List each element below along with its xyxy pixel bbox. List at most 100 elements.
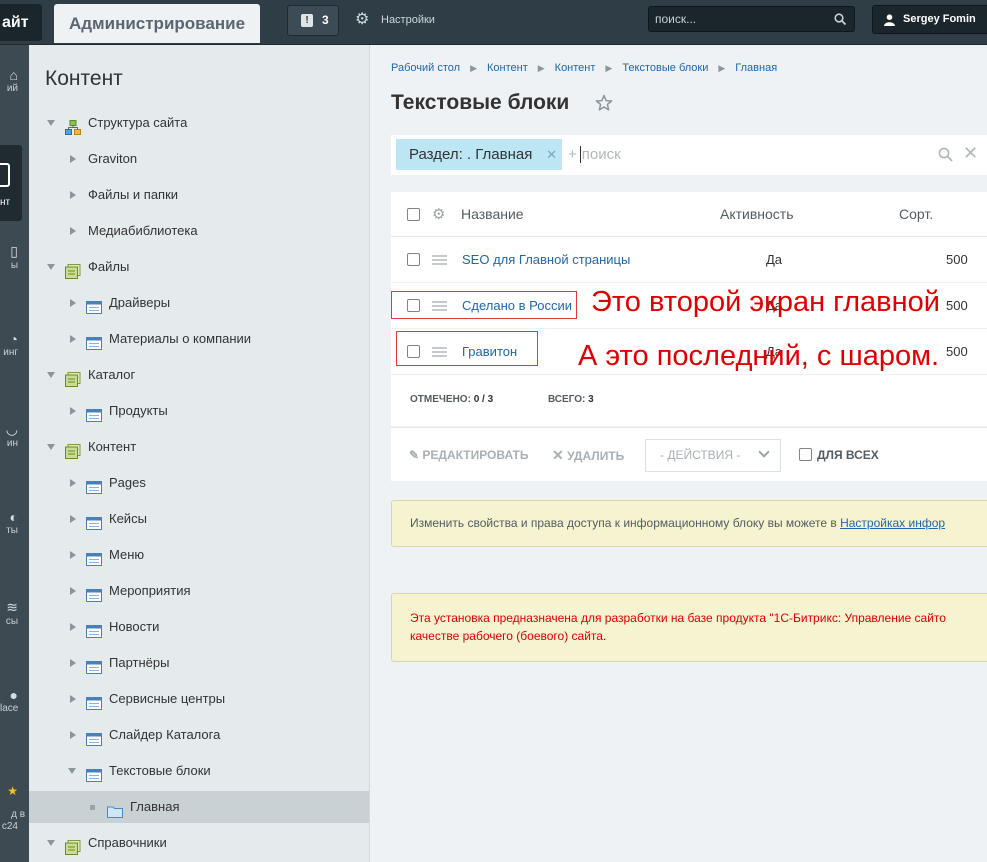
menu-pages[interactable]: ▯ ы [0, 243, 29, 271]
expand-arrow-icon[interactable] [67, 550, 77, 560]
search-input[interactable]: поиск... [648, 6, 855, 32]
settings-button[interactable]: ⚙ Настройки [355, 10, 435, 30]
tree-item[interactable]: Материалы о компании [29, 323, 369, 355]
info-notice-text: Изменить свойства и права доступа к инфо… [410, 516, 841, 530]
delete-button[interactable]: ✕ УДАЛИТЬ [552, 428, 624, 483]
drag-handle-icon[interactable] [432, 255, 447, 265]
selected-value: 0 / 3 [473, 394, 494, 405]
menu-marketplace[interactable]: ● lace [0, 687, 29, 714]
expand-arrow-icon[interactable] [67, 334, 77, 344]
iblock-type-icon [65, 835, 81, 855]
filter-search-input[interactable]: + поиск [568, 139, 621, 170]
tree-item[interactable]: Структура сайта [29, 107, 369, 139]
tree-item[interactable]: Главная [29, 791, 369, 823]
search-icon[interactable] [938, 147, 953, 162]
menu-services[interactable]: ◐ ты [0, 509, 29, 536]
tree-item[interactable]: Файлы и папки [29, 179, 369, 211]
tree-item-label: Файлы [88, 259, 130, 274]
for-all-checkbox[interactable] [799, 448, 812, 461]
tree-item[interactable]: Контент [29, 431, 369, 463]
edit-button[interactable]: ✎ РЕДАКТИРОВАТЬ [409, 428, 528, 482]
table-row[interactable]: SEO для Главной страницы Да 500 [391, 237, 987, 283]
expand-arrow-icon[interactable] [67, 226, 77, 236]
search-icon[interactable] [834, 13, 846, 25]
collapse-arrow-icon[interactable] [46, 370, 56, 380]
expand-arrow-icon[interactable] [67, 478, 77, 488]
tree-item[interactable]: Мероприятия [29, 575, 369, 607]
expand-arrow-icon[interactable] [67, 730, 77, 740]
for-all-toggle[interactable]: ДЛЯ ВСЕХ [799, 428, 879, 482]
tree-item[interactable]: Новости [29, 611, 369, 643]
actions-select[interactable]: - ДЕЙСТВИЯ - [645, 439, 781, 472]
column-activity[interactable]: Активность [720, 192, 794, 237]
row-name-link[interactable]: SEO для Главной страницы [462, 237, 630, 283]
column-sort[interactable]: Сорт. [899, 192, 933, 237]
favorite-star-icon[interactable] [595, 94, 613, 112]
notifications-button[interactable]: ! 3 [287, 5, 339, 36]
menu-settings[interactable]: ≋ сы [0, 599, 29, 627]
expand-arrow-icon[interactable] [67, 514, 77, 524]
menu-label: ы [10, 260, 18, 271]
menu-label: ты [6, 525, 18, 536]
menu-bitrix24[interactable]: ★ д в с24 [0, 761, 29, 845]
breadcrumb-item[interactable]: Контент [487, 62, 528, 74]
tree-item-label: Главная [130, 799, 180, 814]
select-all-checkbox[interactable] [407, 208, 420, 221]
expand-arrow-icon[interactable] [67, 622, 77, 632]
tree-item-label: Кейсы [109, 511, 147, 526]
tree-item[interactable]: Graviton [29, 143, 369, 175]
expand-arrow-icon[interactable] [67, 694, 77, 704]
column-name[interactable]: Название [461, 192, 524, 237]
collapse-arrow-icon[interactable] [46, 442, 56, 452]
collapse-arrow-icon[interactable] [46, 262, 56, 272]
tree-item[interactable]: Файлы [29, 251, 369, 283]
tree-item[interactable]: Текстовые блоки [29, 755, 369, 787]
expand-arrow-icon[interactable] [67, 658, 77, 668]
gear-icon[interactable]: ⚙ [432, 205, 445, 223]
tree-item-label: Контент [88, 439, 137, 454]
menu-desktop[interactable]: ⌂ ий [0, 67, 29, 94]
expand-arrow-icon[interactable] [67, 298, 77, 308]
chip-remove-icon[interactable]: ✕ [546, 139, 557, 170]
site-tab[interactable]: айт [0, 4, 42, 41]
user-menu-button[interactable]: Sergey Fomin [872, 5, 987, 34]
menu-content[interactable]: нт [0, 145, 22, 221]
tree-item[interactable]: Партнёры [29, 647, 369, 679]
breadcrumb-item[interactable]: Контент [555, 62, 596, 74]
expand-arrow-icon[interactable] [67, 406, 77, 416]
tree-item[interactable]: Кейсы [29, 503, 369, 535]
iblock-icon [86, 511, 102, 530]
tree-item[interactable]: Меню [29, 539, 369, 571]
tree-item[interactable]: Справочники [29, 827, 369, 859]
row-checkbox[interactable] [407, 253, 420, 266]
clear-filter-icon[interactable]: ✕ [963, 143, 978, 164]
admin-tab[interactable]: Администрирование [54, 4, 260, 43]
collapse-arrow-icon[interactable] [46, 118, 56, 128]
tree-item[interactable]: Драйверы [29, 287, 369, 319]
menu-shop[interactable]: ◡ ин [0, 421, 29, 449]
breadcrumb-item[interactable]: Главная [735, 62, 777, 74]
tree-item-label: Структура сайта [88, 115, 188, 130]
tree-item[interactable]: Продукты [29, 395, 369, 427]
expand-arrow-icon[interactable] [67, 154, 77, 164]
iblock-icon [86, 583, 102, 602]
filter-chip[interactable]: Раздел: . Главная ✕ [396, 139, 562, 170]
expand-arrow-icon[interactable] [67, 190, 77, 200]
tree-item-label: Каталог [88, 367, 136, 382]
collapse-arrow-icon[interactable] [46, 838, 56, 848]
filter-plus: + [568, 146, 577, 163]
tree-item[interactable]: Pages [29, 467, 369, 499]
menu-marketing[interactable]: ◔ инг [0, 331, 29, 358]
iblock-settings-link[interactable]: Настройках инфор [840, 516, 945, 530]
collapse-arrow-icon[interactable] [67, 766, 77, 776]
leaf-marker-icon [88, 802, 98, 812]
tree-item[interactable]: Сервисные центры [29, 683, 369, 715]
tree-item[interactable]: Каталог [29, 359, 369, 391]
breadcrumb-item[interactable]: Рабочий стол [391, 62, 460, 74]
tree-item-label: Партнёры [109, 655, 170, 670]
tree-item[interactable]: Слайдер Каталога [29, 719, 369, 751]
tree-item[interactable]: Медиабиблиотека [29, 215, 369, 247]
gear-icon: ⚙ [355, 11, 370, 28]
breadcrumb-item[interactable]: Текстовые блоки [622, 62, 708, 74]
expand-arrow-icon[interactable] [67, 586, 77, 596]
